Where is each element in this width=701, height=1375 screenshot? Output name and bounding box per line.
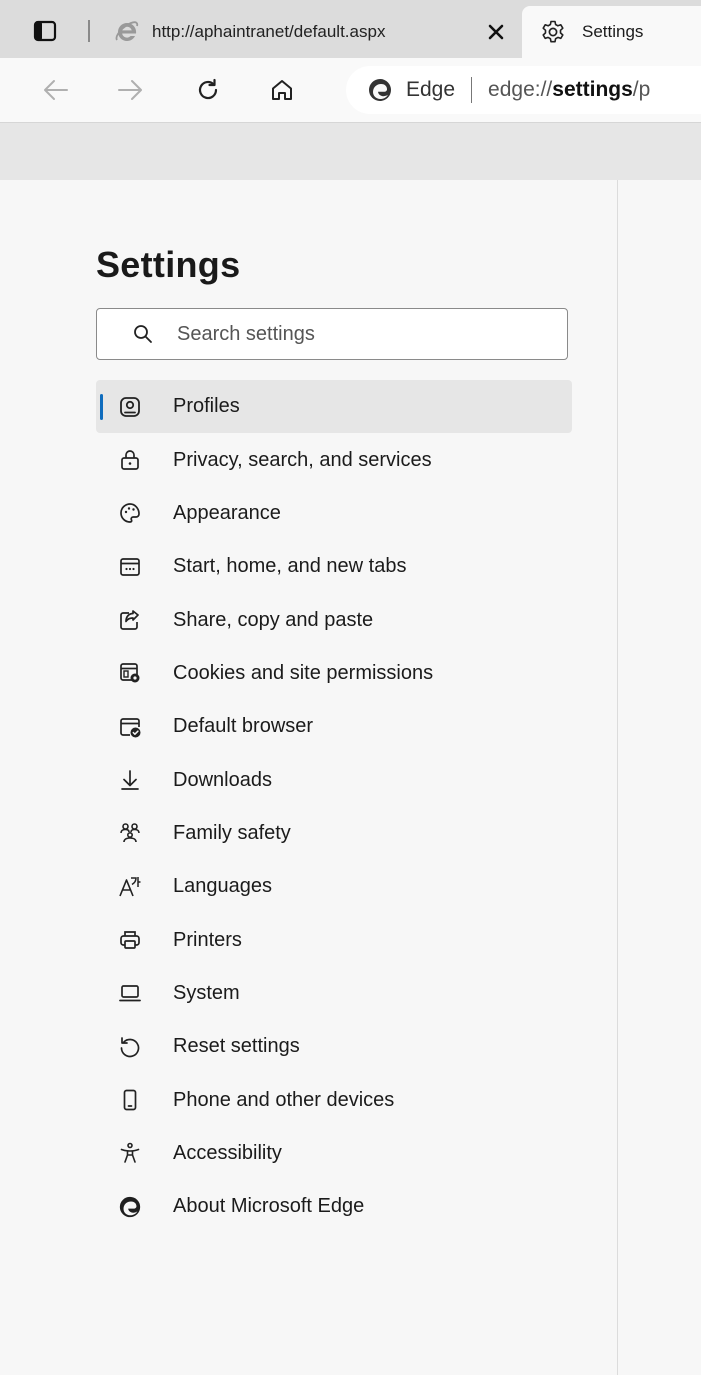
sidebar-item-label: Reset settings — [173, 1035, 300, 1058]
search-box[interactable] — [96, 308, 568, 360]
printer-icon — [116, 926, 144, 954]
sidebar-item-label: Accessibility — [173, 1141, 282, 1164]
sidebar-item-label: Downloads — [173, 768, 272, 791]
family-icon — [116, 819, 144, 847]
gear-icon — [538, 17, 568, 47]
sidebar-item-label: Printers — [173, 928, 242, 951]
address-divider — [471, 77, 473, 103]
site-identity-label: Edge — [406, 78, 456, 101]
sidebar-item-label: About Microsoft Edge — [173, 1195, 365, 1218]
accessibility-icon — [116, 1139, 144, 1167]
sidebar-item-system[interactable]: System — [96, 967, 572, 1020]
profile-icon — [116, 393, 144, 421]
tab-settings[interactable]: Settings — [522, 6, 701, 58]
edge-logo-icon — [364, 74, 396, 106]
tab-strip: http://aphaintranet/default.aspx Setting… — [0, 0, 701, 58]
default-browser-icon — [116, 713, 144, 741]
sidebar-item-label: Profiles — [173, 395, 240, 418]
home-icon[interactable] — [264, 72, 300, 108]
forward-icon[interactable] — [112, 72, 148, 108]
sidebar-item-label: Appearance — [173, 501, 281, 524]
tab-title: Settings — [582, 22, 644, 41]
sidebar-item-share[interactable]: Share, copy and paste — [96, 593, 572, 646]
sidebar-item-label: Privacy, search, and services — [173, 448, 432, 471]
start-page-icon — [116, 553, 144, 581]
sidebar-item-reset[interactable]: Reset settings — [96, 1020, 572, 1073]
sidebar-item-label: System — [173, 981, 240, 1004]
tab-separator — [88, 20, 90, 42]
back-icon[interactable] — [38, 72, 74, 108]
sidebar-item-cookies[interactable]: Cookies and site permissions — [96, 647, 572, 700]
sidebar-item-label: Share, copy and paste — [173, 608, 374, 631]
sidebar-item-languages[interactable]: Languages — [96, 860, 572, 913]
sidebar-item-printers[interactable]: Printers — [96, 913, 572, 966]
sidebar-item-start-home[interactable]: Start, home, and new tabs — [96, 540, 572, 593]
languages-icon — [116, 873, 144, 901]
sidebar-item-label: Default browser — [173, 715, 314, 738]
sidebar-item-label: Languages — [173, 875, 272, 898]
palette-icon — [116, 499, 144, 527]
sidebar-item-label: Family safety — [173, 821, 291, 844]
sidebar-item-label: Start, home, and new tabs — [173, 555, 407, 578]
tab-actions-icon[interactable] — [30, 16, 60, 46]
page-title: Settings — [96, 244, 241, 285]
sidebar-item-label: Cookies and site permissions — [173, 661, 434, 684]
search-input[interactable] — [175, 321, 539, 347]
lock-icon — [116, 446, 144, 474]
url-path: /p — [632, 78, 651, 101]
sidebar-item-label: Phone and other devices — [173, 1088, 395, 1111]
phone-icon — [116, 1086, 144, 1114]
share-icon — [116, 606, 144, 634]
tab-intranet[interactable]: http://aphaintranet/default.aspx — [100, 8, 512, 56]
sidebar-item-accessibility[interactable]: Accessibility — [96, 1127, 572, 1180]
sidebar-item-privacy[interactable]: Privacy, search, and services — [96, 433, 572, 486]
close-icon[interactable] — [482, 18, 510, 46]
settings-menu: Profiles Privacy, search, and services A… — [96, 380, 572, 1234]
sidebar-item-about[interactable]: About Microsoft Edge — [96, 1180, 572, 1233]
ie-icon — [112, 17, 142, 47]
refresh-icon[interactable] — [190, 72, 226, 108]
cookies-icon — [116, 659, 144, 687]
reset-icon — [116, 1033, 144, 1061]
sidebar-item-appearance[interactable]: Appearance — [96, 487, 572, 540]
sidebar-item-downloads[interactable]: Downloads — [96, 753, 572, 806]
favorites-bar — [0, 123, 701, 180]
edge-logo-icon — [116, 1193, 144, 1221]
sidebar-item-profiles[interactable]: Profiles — [96, 380, 572, 434]
url-host: settings — [552, 78, 633, 101]
tab-title: http://aphaintranet/default.aspx — [152, 22, 386, 41]
browser-toolbar: Edge edge://settings/p — [0, 58, 701, 123]
sidebar-item-family-safety[interactable]: Family safety — [96, 807, 572, 860]
download-icon — [116, 766, 144, 794]
laptop-icon — [116, 979, 144, 1007]
settings-content-pane — [618, 180, 701, 1375]
address-bar[interactable]: Edge edge://settings/p — [346, 66, 701, 114]
url-scheme: edge:// — [488, 78, 553, 101]
sidebar-item-phone[interactable]: Phone and other devices — [96, 1073, 572, 1126]
sidebar-item-default-browser[interactable]: Default browser — [96, 700, 572, 753]
search-icon — [131, 322, 155, 346]
